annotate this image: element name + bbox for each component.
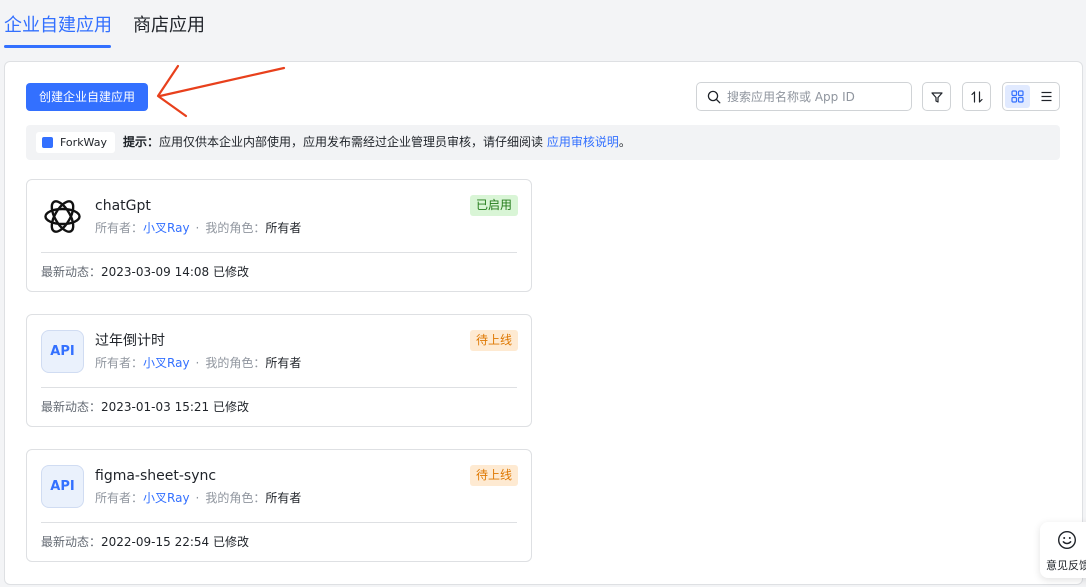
list-view-button[interactable] bbox=[1034, 85, 1059, 108]
activity-label: 最新动态： bbox=[41, 265, 102, 279]
filter-button[interactable] bbox=[922, 82, 951, 111]
role-label: 我的角色： bbox=[205, 221, 266, 235]
forkway-logo-icon bbox=[42, 137, 53, 148]
activity-time: 2022-09-15 22:54 bbox=[101, 535, 210, 549]
owner-label: 所有者： bbox=[95, 356, 144, 370]
app-name[interactable]: figma-sheet-sync bbox=[95, 466, 216, 486]
owner-label: 所有者： bbox=[95, 221, 144, 235]
card-divider bbox=[41, 252, 517, 253]
app-name[interactable]: 过年倒计时 bbox=[95, 331, 165, 351]
status-badge: 待上线 bbox=[469, 465, 518, 486]
activity-label: 最新动态： bbox=[41, 400, 102, 414]
review-guide-link[interactable]: 应用审核说明 bbox=[547, 135, 619, 149]
role-value: 所有者 bbox=[265, 491, 302, 505]
create-custom-app-button[interactable]: 创建企业自建应用 bbox=[26, 83, 148, 111]
review-notice-bar: ForkWay 提示：应用仅供本企业内部使用，应用发布需经过企业管理员审核，请仔… bbox=[26, 125, 1060, 160]
api-icon: API bbox=[41, 330, 84, 373]
role-value: 所有者 bbox=[265, 356, 302, 370]
app-meta: 所有者：小叉Ray · 我的角色：所有者 bbox=[95, 220, 301, 237]
search-icon bbox=[707, 90, 721, 104]
notice-end: 。 bbox=[618, 135, 631, 149]
app-type-tabs: 企业自建应用 商店应用 bbox=[0, 0, 1086, 60]
brand-chip: ForkWay bbox=[36, 132, 115, 153]
notice-body: 应用仅供本企业内部使用，应用发布需经过企业管理员审核，请仔细阅读 bbox=[159, 135, 547, 149]
app-meta: 所有者：小叉Ray · 我的角色：所有者 bbox=[95, 355, 301, 372]
card-divider bbox=[41, 387, 517, 388]
latest-activity: 最新动态：2023-03-09 14:08 已修改 bbox=[41, 264, 249, 281]
activity-time: 2023-01-03 15:21 bbox=[101, 400, 210, 414]
latest-activity: 最新动态：2022-09-15 22:54 已修改 bbox=[41, 534, 249, 551]
role-label: 我的角色： bbox=[205, 491, 266, 505]
brand-name: ForkWay bbox=[60, 136, 107, 149]
feedback-label: 意见反馈 bbox=[1046, 559, 1086, 572]
separator-dot: · bbox=[195, 491, 200, 505]
app-card-countdown[interactable]: API 过年倒计时 所有者：小叉Ray · 我的角色：所有者 待上线 最新动态：20… bbox=[26, 314, 532, 427]
tab-store-apps[interactable]: 商店应用 bbox=[133, 13, 205, 39]
api-icon: API bbox=[41, 465, 84, 508]
activity-action: 已修改 bbox=[212, 535, 249, 549]
feedback-button[interactable]: 意见反馈 bbox=[1040, 522, 1086, 578]
notice-text: 提示：应用仅供本企业内部使用，应用发布需经过企业管理员审核，请仔细阅读 应用审核… bbox=[123, 134, 631, 151]
smile-icon bbox=[1057, 530, 1077, 550]
latest-activity: 最新动态：2023-01-03 15:21 已修改 bbox=[41, 399, 249, 416]
tab-custom-apps[interactable]: 企业自建应用 bbox=[4, 13, 112, 39]
app-card-chatgpt[interactable]: chatGpt 所有者：小叉Ray · 我的角色：所有者 已启用 最新动态：2023… bbox=[26, 179, 532, 292]
annotation-arrow bbox=[156, 64, 286, 118]
view-mode-toggle bbox=[1002, 82, 1060, 111]
owner-link[interactable]: 小叉Ray bbox=[143, 491, 190, 505]
role-label: 我的角色： bbox=[205, 356, 266, 370]
status-badge: 待上线 bbox=[469, 330, 518, 351]
app-card-figma-sheet-sync[interactable]: API figma-sheet-sync 所有者：小叉Ray · 我的角色：所有者 … bbox=[26, 449, 532, 562]
list-view-icon bbox=[1041, 91, 1052, 102]
owner-link[interactable]: 小叉Ray bbox=[143, 356, 190, 370]
chatgpt-logo-icon bbox=[44, 200, 81, 233]
activity-action: 已修改 bbox=[212, 265, 249, 279]
sort-icon bbox=[970, 90, 983, 103]
notice-title: 提示： bbox=[123, 135, 160, 149]
role-value: 所有者 bbox=[265, 221, 302, 235]
separator-dot: · bbox=[195, 356, 200, 370]
app-name[interactable]: chatGpt bbox=[95, 196, 151, 216]
active-tab-indicator bbox=[4, 45, 111, 48]
activity-label: 最新动态： bbox=[41, 535, 102, 549]
grid-view-icon bbox=[1011, 90, 1024, 103]
sort-button[interactable] bbox=[962, 82, 991, 111]
filter-icon bbox=[930, 91, 943, 103]
grid-view-button[interactable] bbox=[1005, 85, 1030, 108]
activity-action: 已修改 bbox=[212, 400, 249, 414]
owner-link[interactable]: 小叉Ray bbox=[143, 221, 190, 235]
owner-label: 所有者： bbox=[95, 491, 144, 505]
search-box bbox=[696, 82, 912, 111]
app-meta: 所有者：小叉Ray · 我的角色：所有者 bbox=[95, 490, 301, 507]
activity-time: 2023-03-09 14:08 bbox=[101, 265, 210, 279]
status-badge: 已启用 bbox=[469, 195, 518, 216]
separator-dot: · bbox=[195, 221, 200, 235]
card-divider bbox=[41, 522, 517, 523]
search-input[interactable] bbox=[727, 87, 905, 107]
